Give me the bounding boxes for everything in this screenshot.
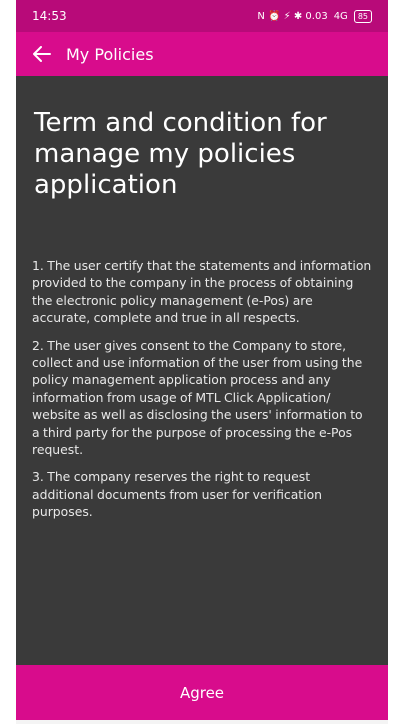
agree-button[interactable]: Agree xyxy=(16,665,388,720)
terms-heading: Term and condition for manage my policie… xyxy=(34,108,327,200)
terms-paragraph-1: 1. The user certify that the statements … xyxy=(32,258,372,326)
app-screen: 14:53 N ⏰ ⚡ ✱ 0.03 4G 85 My Policies Ter… xyxy=(16,0,388,720)
bottom-shadow xyxy=(16,720,388,724)
terms-paragraph-2: 2. The user gives consent to the Company… xyxy=(32,337,363,458)
terms-content: Term and condition for manage my policie… xyxy=(16,76,388,521)
app-bar: My Policies xyxy=(16,32,388,76)
signal-icon: 4G xyxy=(333,10,348,22)
status-time: 14:53 xyxy=(32,9,67,23)
terms-paragraph-3: 3. The company reserves the right to req… xyxy=(32,469,323,520)
status-indicator-icons: N ⏰ ⚡ ✱ 0.03 xyxy=(257,10,328,22)
page-title: My Policies xyxy=(66,44,154,64)
status-icons: N ⏰ ⚡ ✱ 0.03 4G 85 xyxy=(257,9,372,23)
battery-icon: 85 xyxy=(353,9,372,23)
status-bar: 14:53 N ⏰ ⚡ ✱ 0.03 4G 85 xyxy=(16,0,388,32)
arrow-left-icon[interactable] xyxy=(32,44,52,64)
